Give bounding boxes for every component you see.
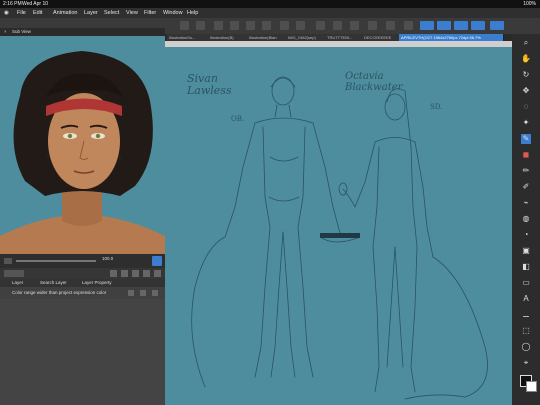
zoom-slider[interactable] — [16, 260, 96, 262]
battery-level: 100% — [523, 1, 536, 7]
new-file-icon[interactable] — [214, 21, 223, 30]
eyedropper-icon[interactable] — [152, 256, 162, 266]
tool-strip: ⌕ ✋ ↻ ✥ ◌ ✦ ✎ ◼ ✏ ✐ ⌁ ◍ ◔ ▣ ◧ ▭ A ⚊ ⬚ ◯ … — [512, 34, 540, 405]
copy-icon[interactable] — [143, 270, 150, 277]
layer-panel-tabs: Layer Search Layer Layer Property — [0, 279, 165, 287]
rotate-icon[interactable]: ↻ — [521, 70, 531, 80]
doc-tab-2[interactable]: Illustration(B) — [208, 34, 249, 41]
lasso-icon[interactable]: ◌ — [521, 102, 531, 112]
export-icon[interactable] — [262, 21, 271, 30]
redo-arrow-icon[interactable] — [296, 21, 305, 30]
menu-animation[interactable]: Animation — [53, 8, 77, 18]
marker-icon[interactable]: ✐ — [521, 182, 531, 192]
label-left-name: Sivan Lawless — [187, 72, 232, 97]
menu-view[interactable]: View — [126, 8, 138, 18]
panel-icon-2[interactable] — [140, 290, 146, 296]
pencil-icon[interactable]: ✏ — [521, 166, 531, 176]
grid-icon[interactable] — [471, 21, 485, 30]
shape-icon[interactable]: ▭ — [521, 278, 531, 288]
blend-icon[interactable]: ◔ — [521, 230, 531, 240]
doc-tab-6[interactable]: DECCEEEEEE — [362, 34, 401, 41]
stabilize-icon[interactable] — [437, 21, 451, 30]
frame-icon[interactable]: ⬚ — [521, 326, 531, 336]
status-bar: 2:16 PM Wed Apr 10 100% — [0, 0, 540, 8]
clear-icon[interactable] — [316, 21, 325, 30]
eraser-icon[interactable]: ◼ — [521, 150, 531, 160]
ruler-tool-icon[interactable]: ⚊ — [521, 310, 531, 320]
open-icon[interactable] — [230, 21, 239, 30]
sketch-drawing — [191, 76, 488, 400]
doc-tab-3[interactable]: Illustration(Blan — [247, 34, 288, 41]
layer-tooltip-text: Color range wider than project expressio… — [12, 290, 107, 295]
gradient-icon[interactable]: ◧ — [521, 262, 531, 272]
panel-icon-1[interactable] — [128, 290, 134, 296]
portrait-illustration — [0, 36, 165, 254]
tab-search-layer[interactable]: Search Layer — [40, 279, 67, 287]
sub-view-header: × Sub View — [0, 28, 165, 36]
settings-icon[interactable] — [490, 21, 504, 30]
brush-tool-icon[interactable]: ⌁ — [521, 198, 531, 208]
wand-icon[interactable]: ✦ — [521, 118, 531, 128]
brush-icon[interactable] — [196, 21, 205, 30]
doc-tab-4[interactable]: IMG_1982(sep) — [286, 34, 327, 41]
transform-icon[interactable] — [350, 21, 359, 30]
zoom-icon[interactable]: ⌕ — [521, 38, 531, 48]
doc-tab-active[interactable]: APRILEVTH(2/27 1964x2760px 72dpi 56.7% — [399, 34, 504, 41]
smooth-icon[interactable] — [420, 21, 434, 30]
import-icon[interactable] — [132, 270, 139, 277]
zoom-value: 100.0 — [102, 256, 114, 261]
layer-list[interactable] — [0, 299, 165, 405]
zoom-field[interactable] — [4, 270, 24, 277]
menu-filter[interactable]: Filter — [144, 8, 156, 18]
sub-view-tab[interactable]: Sub View — [12, 28, 31, 36]
snap-icon[interactable] — [454, 21, 468, 30]
fill-icon[interactable] — [333, 21, 342, 30]
sub-view-buttons — [0, 268, 165, 279]
panel-icon-3[interactable] — [152, 290, 158, 296]
correct-icon[interactable]: ⌖ — [521, 358, 531, 368]
pen-icon[interactable]: ✎ — [521, 134, 531, 144]
menu-bar: ◉ File Edit Animation Layer Select View … — [0, 8, 540, 18]
tab-layer-property[interactable]: Layer Property — [82, 279, 112, 287]
label-right-name: Octavia Blackwater — [345, 71, 403, 93]
menu-select[interactable]: Select — [104, 8, 119, 18]
app-icon[interactable]: ◉ — [4, 8, 9, 18]
close-icon[interactable]: × — [4, 28, 7, 36]
zoom-out-icon[interactable] — [4, 258, 12, 264]
sub-view-image — [0, 36, 165, 254]
status-time: 2:16 PM — [3, 1, 22, 7]
sub-color-swatch[interactable] — [526, 381, 537, 392]
label-left-tag: OB. — [231, 115, 245, 123]
select-all-icon[interactable] — [386, 21, 395, 30]
tab-layer[interactable]: Layer — [12, 279, 23, 287]
trash-icon[interactable] — [154, 270, 161, 277]
layer-tooltip-row: Color range wider than project expressio… — [0, 287, 165, 299]
ruler-icon[interactable] — [368, 21, 377, 30]
menu-help[interactable]: Help — [187, 8, 198, 18]
undo-icon[interactable] — [180, 21, 189, 30]
fill-tool-icon[interactable]: ▣ — [521, 246, 531, 256]
doc-tab-1[interactable]: IllustrationSu... — [167, 34, 210, 41]
navigator-controls: 100.0 — [0, 254, 165, 268]
open-image-icon[interactable] — [110, 270, 117, 277]
menu-layer[interactable]: Layer — [84, 8, 98, 18]
menu-window[interactable]: Window — [163, 8, 183, 18]
microphone-sketch — [320, 233, 360, 238]
folder-icon[interactable] — [121, 270, 128, 277]
drawing-canvas[interactable]: Sivan Lawless OB. Octavia Blackwater SD. — [165, 47, 512, 405]
undo-arrow-icon[interactable] — [280, 21, 289, 30]
menu-edit[interactable]: Edit — [33, 8, 42, 18]
menu-file[interactable]: File — [17, 8, 26, 18]
save-icon[interactable] — [246, 21, 255, 30]
balloon-icon[interactable]: ◯ — [521, 342, 531, 352]
doc-tab-5[interactable]: TRUTTTEIB... — [325, 34, 364, 41]
label-right-tag: SD. — [430, 103, 443, 111]
hand-icon[interactable]: ✋ — [521, 54, 531, 64]
document-tabs: IllustrationSu... Illustration(B) Illust… — [165, 34, 512, 41]
move-icon[interactable]: ✥ — [521, 86, 531, 96]
status-date: Wed Apr 10 — [22, 1, 49, 7]
text-icon[interactable]: A — [521, 294, 531, 304]
deselect-icon[interactable] — [404, 21, 413, 30]
airbrush-icon[interactable]: ◍ — [521, 214, 531, 224]
